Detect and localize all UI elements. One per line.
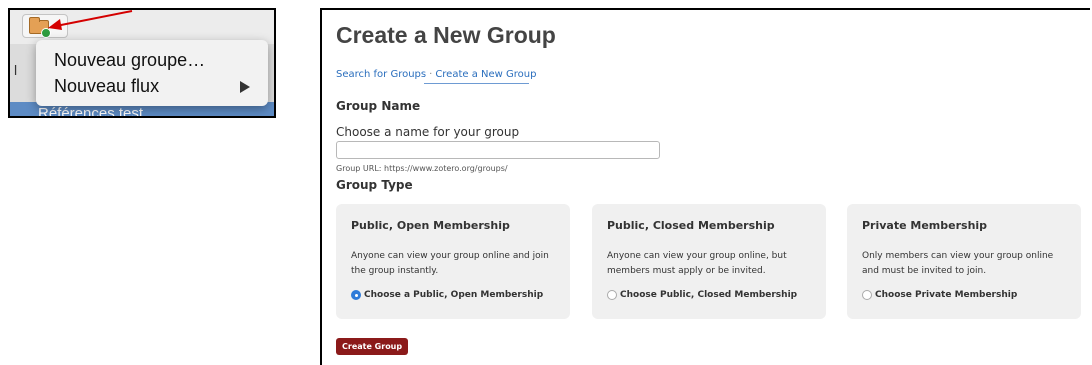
membership-card-title: Public, Closed Membership [607, 219, 775, 232]
membership-card-private: Private Membership Only members can view… [847, 204, 1081, 319]
radio-unselected-icon[interactable] [607, 290, 617, 300]
group-type-heading: Group Type [336, 178, 413, 192]
membership-card-title: Private Membership [862, 219, 988, 232]
radio-label: Choose Public, Closed Membership [620, 290, 798, 300]
submenu-arrow-icon [240, 81, 250, 93]
radio-label: Choose a Public, Open Membership [364, 290, 544, 300]
group-name-heading: Group Name [336, 99, 421, 113]
create-group-button[interactable]: Create Group [336, 338, 409, 355]
page-title: Create a New Group [336, 22, 556, 48]
breadcrumb-active-underline [424, 83, 529, 84]
membership-card-title: Public, Open Membership [351, 219, 510, 232]
membership-card-public-open: Public, Open Membership Anyone can view … [336, 204, 570, 319]
breadcrumb-create-group-link[interactable]: Create a New Group [435, 69, 536, 80]
breadcrumb-separator: · [429, 69, 433, 80]
radio-private[interactable]: Choose Private Membership [862, 290, 1017, 300]
menu-item-new-group[interactable]: Nouveau groupe… [54, 49, 205, 71]
group-name-input[interactable] [336, 141, 660, 159]
zotero-menu-screenshot: l Références test Nouveau groupe… Nouvea… [8, 8, 276, 118]
radio-unselected-icon[interactable] [862, 290, 872, 300]
new-item-dropdown-menu: Nouveau groupe… Nouveau flux [36, 40, 268, 106]
breadcrumb: Search for Groups · Create a New Group [336, 69, 536, 80]
create-group-page-screenshot: Create a New Group Search for Groups · Cre… [320, 8, 1090, 365]
membership-card-description: Anyone can view your group online and jo… [351, 251, 549, 276]
membership-card-description: Anyone can view your group online, but m… [607, 251, 787, 276]
annotation-arrow-icon [48, 10, 133, 30]
group-url-text: Group URL: https://www.zotero.org/groups… [336, 164, 508, 173]
group-name-label: Choose a name for your group [336, 125, 520, 139]
membership-card-public-closed: Public, Closed Membership Anyone can vie… [592, 204, 826, 319]
breadcrumb-search-groups-link[interactable]: Search for Groups [336, 69, 426, 80]
menu-item-new-feed[interactable]: Nouveau flux [54, 75, 159, 97]
membership-card-description: Only members can view your group online … [862, 251, 1054, 276]
radio-public-closed[interactable]: Choose Public, Closed Membership [607, 290, 797, 300]
radio-label: Choose Private Membership [875, 290, 1018, 300]
radio-selected-icon[interactable] [351, 290, 361, 300]
radio-public-open[interactable]: Choose a Public, Open Membership [351, 290, 543, 300]
sidebar-partial-text: l [14, 62, 18, 78]
